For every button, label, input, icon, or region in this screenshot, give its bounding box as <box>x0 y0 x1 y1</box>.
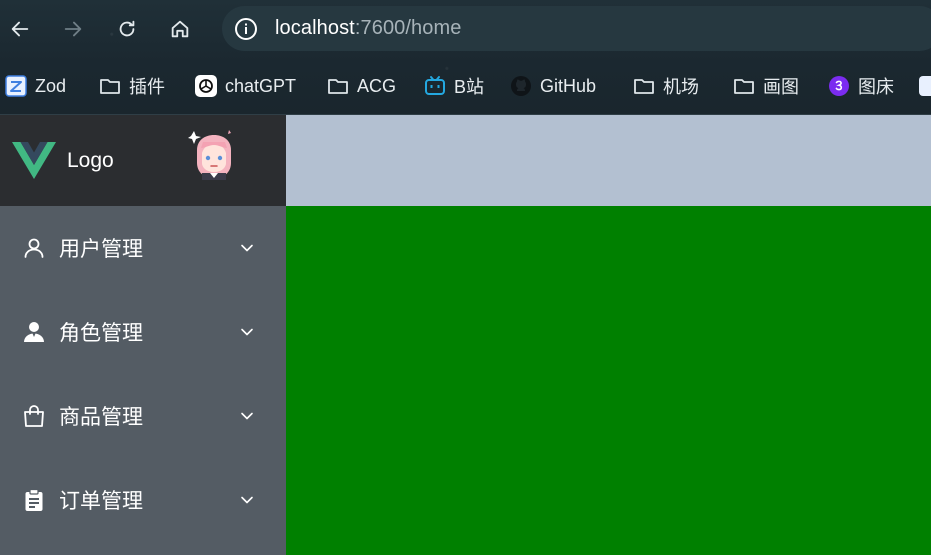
purple-circle-icon <box>828 75 850 97</box>
bookmark-acg[interactable]: ACG <box>327 73 396 99</box>
menu-item-user-management[interactable]: 用户管理 <box>0 206 286 290</box>
github-icon <box>510 75 532 97</box>
browser-toolbar: localhost:7600/home <box>0 0 931 58</box>
page-header <box>286 115 931 206</box>
menu-item-label: 用户管理 <box>59 238 143 261</box>
folder-icon <box>733 75 755 97</box>
folder-icon <box>327 75 349 97</box>
bookmark-image-host[interactable]: 图床 <box>828 73 894 99</box>
bilibili-icon <box>424 75 446 97</box>
home-icon <box>171 20 189 38</box>
back-button[interactable] <box>2 11 38 47</box>
forward-button[interactable] <box>55 11 91 47</box>
reload-icon <box>119 20 135 37</box>
reload-button[interactable] <box>109 11 145 47</box>
chevron-down-icon <box>238 323 256 341</box>
zod-icon <box>5 75 27 97</box>
menu-item-label: 商品管理 <box>59 406 143 429</box>
menu-item-label: 角色管理 <box>59 322 143 345</box>
bookmark-label: 插件 <box>129 77 165 97</box>
url-host: localhost <box>275 17 355 39</box>
bookmark-label: GitHub <box>540 75 597 96</box>
openai-icon <box>195 75 217 97</box>
browser-chrome: localhost:7600/home Zod 插件 chatGPT ACG B… <box>0 0 931 115</box>
bookmark-label: Zod <box>35 75 67 96</box>
bookmark-plugins[interactable]: 插件 <box>99 73 165 99</box>
url-rest: :7600/home <box>354 17 462 39</box>
arrow-right-icon <box>64 21 82 37</box>
bookmarks-bar: Zod 插件 chatGPT ACG B站 GitHub 机场 画图 图床 <box>0 66 931 106</box>
bookmark-label: 机场 <box>663 77 699 97</box>
menu-item-role-management[interactable]: 角色管理 <box>0 290 286 374</box>
arrow-left-icon <box>11 21 29 37</box>
link-icon <box>918 75 931 97</box>
home-button[interactable] <box>162 11 198 47</box>
bookmark-drawing[interactable]: 画图 <box>733 73 799 99</box>
site-info-icon[interactable] <box>233 16 259 42</box>
bookmark-label: 画图 <box>763 77 799 97</box>
chevron-down-icon <box>238 239 256 257</box>
chevron-down-icon <box>238 491 256 509</box>
bookmark-label: B站 <box>454 77 485 97</box>
clipboard-icon <box>22 488 46 512</box>
bookmark-bilibili[interactable]: B站 <box>424 73 484 99</box>
sidebar: Logo 用户管理 角色管理 商品管理 订单管理 <box>0 115 286 555</box>
anime-avatar-icon <box>188 130 231 180</box>
app-container: Logo 用户管理 角色管理 商品管理 订单管理 <box>0 115 931 555</box>
bookmark-github[interactable]: GitHub <box>510 73 596 99</box>
menu-item-order-management[interactable]: 订单管理 <box>0 458 286 542</box>
menu-item-product-management[interactable]: 商品管理 <box>0 374 286 458</box>
chevron-down-icon <box>238 407 256 425</box>
bookmark-chatgpt[interactable]: chatGPT <box>195 73 296 99</box>
bookmark-label: 图床 <box>858 77 894 97</box>
bookmark-airport[interactable]: 机场 <box>633 73 699 99</box>
folder-icon <box>99 75 121 97</box>
bookmark-overflow[interactable] <box>918 73 931 99</box>
bookmark-label: ACG <box>357 75 397 96</box>
shopping-bag-icon <box>22 404 46 428</box>
logo-area: Logo <box>0 115 286 206</box>
bookmark-label: chatGPT <box>225 75 297 96</box>
main-content <box>286 206 931 555</box>
menu-item-label: 订单管理 <box>59 490 143 513</box>
logo-text: Logo <box>67 149 114 172</box>
address-bar[interactable]: localhost:7600/home <box>222 6 931 51</box>
vue-logo-icon <box>12 142 56 179</box>
user-icon <box>22 236 46 260</box>
user-filled-icon <box>22 320 46 344</box>
bookmark-zod[interactable]: Zod <box>5 73 66 99</box>
folder-icon <box>633 75 655 97</box>
url-text: localhost:7600/home <box>275 17 461 40</box>
